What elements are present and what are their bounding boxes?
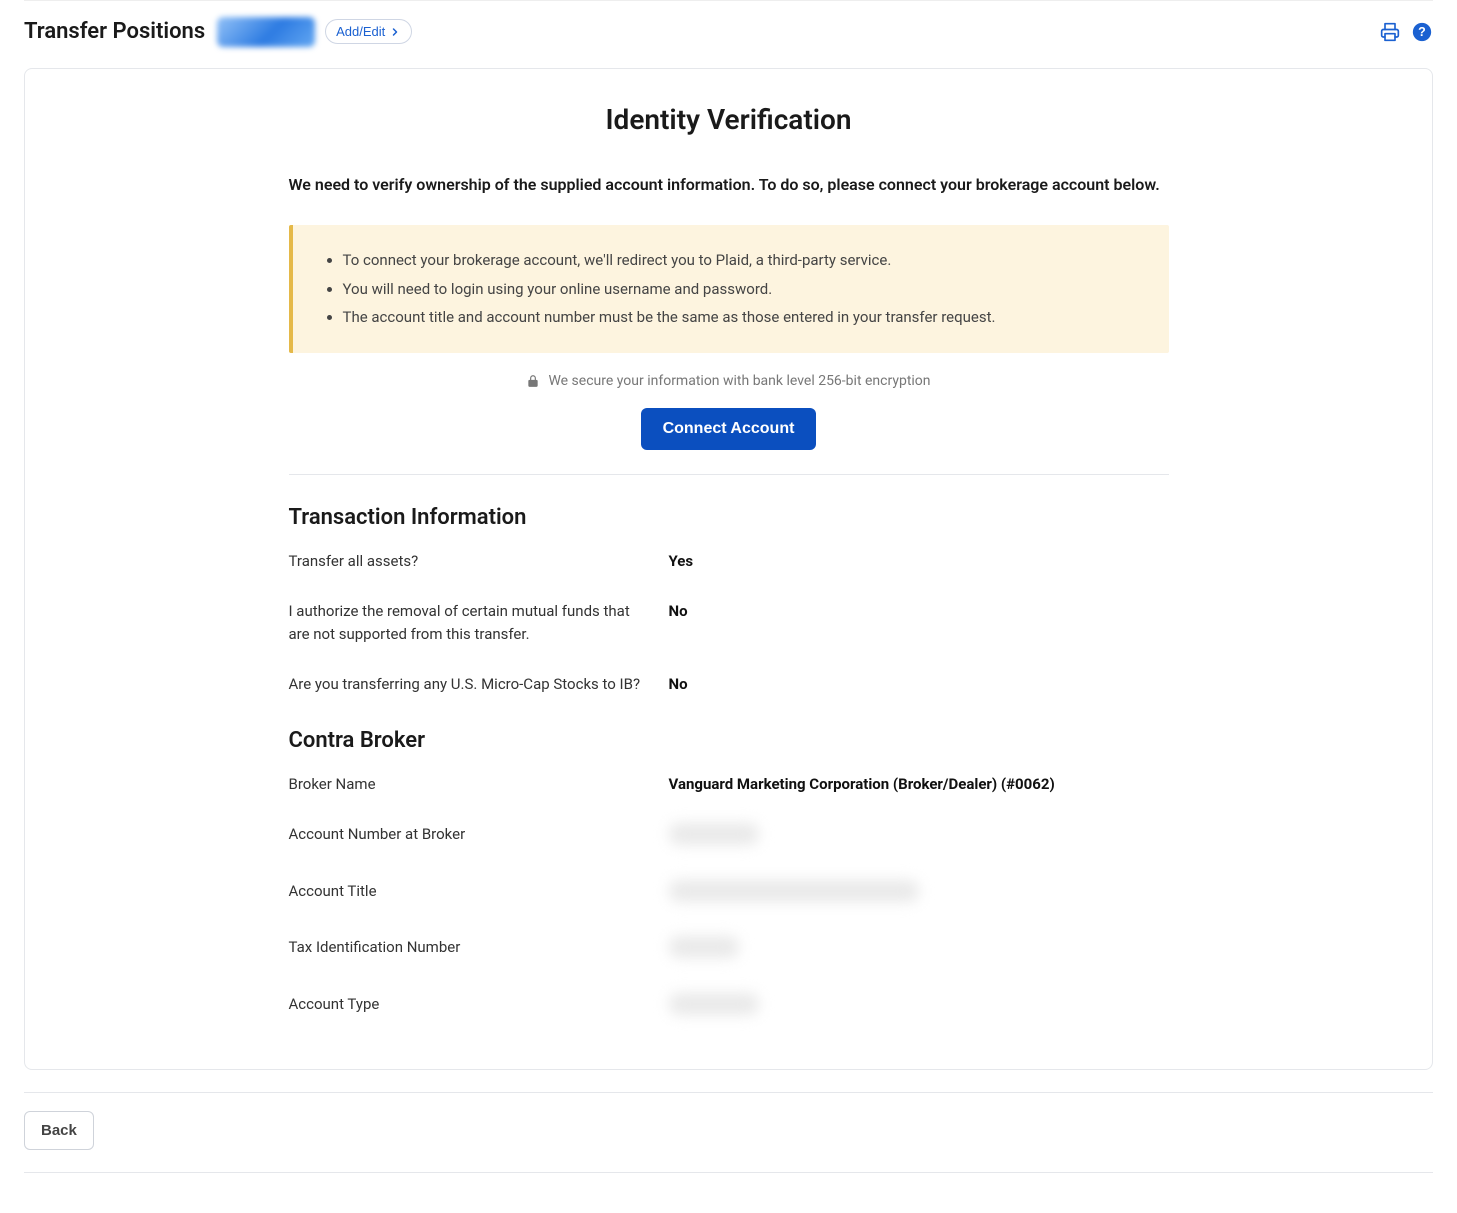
kv-label: Are you transferring any U.S. Micro-Cap … bbox=[289, 673, 669, 696]
kv-value: Vanguard Marketing Corporation (Broker/D… bbox=[669, 773, 1055, 796]
page-header: Transfer Positions Add/Edit ? bbox=[24, 0, 1433, 60]
kv-value: No bbox=[669, 600, 688, 623]
kv-row: Account Title bbox=[289, 880, 1169, 909]
secure-note: We secure your information with bank lev… bbox=[289, 371, 1169, 392]
kv-label: Account Title bbox=[289, 880, 669, 903]
kv-value: Yes bbox=[669, 550, 694, 573]
connect-account-button[interactable]: Connect Account bbox=[641, 408, 817, 450]
account-redacted-badge bbox=[217, 17, 315, 47]
section-heading-contra: Contra Broker bbox=[289, 724, 1169, 757]
kv-value: No bbox=[669, 673, 688, 696]
main-card: Identity Verification We need to verify … bbox=[24, 68, 1433, 1070]
page-title: Transfer Positions bbox=[24, 15, 205, 48]
section-heading-identity: Identity Verification bbox=[289, 99, 1169, 141]
section-heading-transaction: Transaction Information bbox=[289, 501, 1169, 534]
divider bbox=[289, 474, 1169, 475]
kv-value-redacted bbox=[669, 880, 919, 909]
info-item: The account title and account number mus… bbox=[343, 306, 1147, 329]
kv-label: Account Type bbox=[289, 993, 669, 1016]
footer-bar: Back bbox=[24, 1092, 1433, 1150]
kv-value-redacted bbox=[669, 993, 759, 1022]
info-item: You will need to login using your online… bbox=[343, 278, 1147, 301]
kv-row: Are you transferring any U.S. Micro-Cap … bbox=[289, 673, 1169, 696]
add-edit-label: Add/Edit bbox=[336, 24, 385, 39]
print-icon[interactable] bbox=[1379, 21, 1401, 43]
kv-label: Broker Name bbox=[289, 773, 669, 796]
kv-row: Account Number at Broker bbox=[289, 823, 1169, 852]
secure-text: We secure your information with bank lev… bbox=[548, 371, 930, 392]
back-button[interactable]: Back bbox=[24, 1111, 94, 1150]
kv-row: Transfer all assets? Yes bbox=[289, 550, 1169, 573]
kv-label: I authorize the removal of certain mutua… bbox=[289, 600, 669, 645]
svg-text:?: ? bbox=[1418, 25, 1426, 39]
divider bbox=[24, 1172, 1433, 1173]
kv-value-redacted bbox=[669, 936, 739, 965]
intro-text: We need to verify ownership of the suppl… bbox=[289, 173, 1169, 197]
kv-row: Tax Identification Number bbox=[289, 936, 1169, 965]
kv-label: Tax Identification Number bbox=[289, 936, 669, 959]
kv-row: I authorize the removal of certain mutua… bbox=[289, 600, 1169, 645]
kv-label: Transfer all assets? bbox=[289, 550, 669, 573]
chevron-right-icon bbox=[389, 26, 401, 38]
info-callout: To connect your brokerage account, we'll… bbox=[289, 225, 1169, 353]
kv-row: Broker Name Vanguard Marketing Corporati… bbox=[289, 773, 1169, 796]
lock-icon bbox=[526, 374, 540, 388]
kv-value-redacted bbox=[669, 823, 759, 852]
info-item: To connect your brokerage account, we'll… bbox=[343, 249, 1147, 272]
kv-row: Account Type bbox=[289, 993, 1169, 1022]
help-icon[interactable]: ? bbox=[1411, 21, 1433, 43]
kv-label: Account Number at Broker bbox=[289, 823, 669, 846]
add-edit-button[interactable]: Add/Edit bbox=[325, 19, 412, 44]
